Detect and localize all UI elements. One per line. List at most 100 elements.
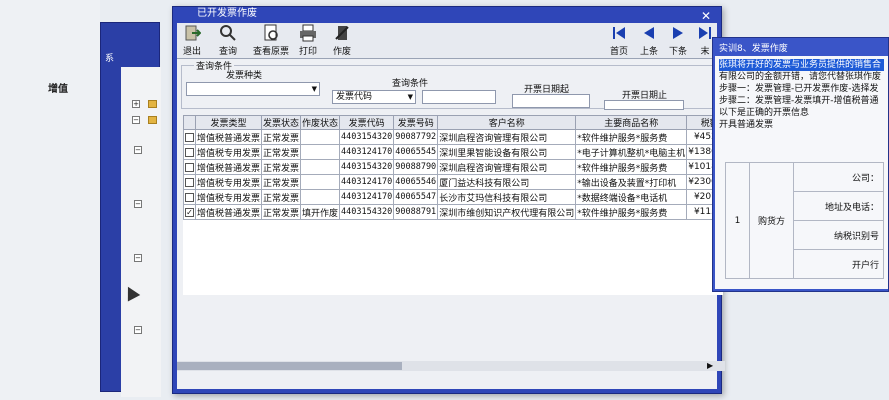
void-button[interactable]: 作废 xyxy=(333,24,351,57)
horizontal-scrollbar[interactable]: ▶ xyxy=(177,361,725,371)
column-header[interactable]: 发票类型 xyxy=(194,115,263,130)
row-checkbox[interactable] xyxy=(185,192,194,202)
column-header[interactable]: 客户名称 xyxy=(437,115,577,130)
cell-number: 40065546 xyxy=(393,174,439,190)
cell-number: 90088791 xyxy=(393,204,439,220)
table-row[interactable]: 增值税普通发票 正常发票 4403154320 90088790 深圳启程咨询管… xyxy=(183,159,723,175)
cell-number: 90088790 xyxy=(393,159,439,175)
tree-expand-icon[interactable]: + xyxy=(132,100,140,108)
condition-input[interactable] xyxy=(422,90,496,104)
last-page-icon xyxy=(699,27,711,39)
desktop-background xyxy=(0,0,100,400)
condition-select[interactable]: 发票代码 ▼ xyxy=(332,90,416,104)
field-label: 纳税识别号 xyxy=(793,220,884,250)
field-label: 开户行 xyxy=(793,249,884,279)
tree-collapse-icon[interactable]: − xyxy=(132,116,140,124)
view-invoice-icon xyxy=(264,24,278,41)
cell-goods: *软件维护服务*服务费 xyxy=(575,129,688,145)
cell-code: 4403124170 xyxy=(339,144,395,160)
tree-collapse-icon[interactable]: − xyxy=(134,200,142,208)
cell-code: 4403154320 xyxy=(339,129,395,145)
cell-status: 正常发票 xyxy=(261,189,302,205)
prev-label: 上条 xyxy=(640,47,659,57)
background-app-window: 系 xyxy=(100,22,161,397)
first-page-button[interactable]: 首页 xyxy=(610,24,628,57)
search-label: 查询 xyxy=(219,47,238,57)
scroll-right-icon[interactable]: ▶ xyxy=(707,361,713,371)
instructions-title: 实训8、发票作废 xyxy=(719,44,788,54)
condition-value: 发票代码 xyxy=(336,92,373,102)
search-button[interactable]: 查询 xyxy=(219,24,237,57)
folder-icon xyxy=(148,116,157,124)
scrollbar-thumb[interactable] xyxy=(177,362,402,370)
table-row[interactable]: 增值税普通发票 正常发票 4403154320 90087792 深圳启程咨询管… xyxy=(183,129,723,145)
column-header[interactable]: 作废状态 xyxy=(300,115,341,130)
void-icon xyxy=(335,26,349,40)
column-header[interactable]: 主要商品名称 xyxy=(575,115,688,130)
column-header[interactable]: 发票号码 xyxy=(393,115,439,130)
column-header[interactable]: 发票代码 xyxy=(339,115,395,130)
prev-button[interactable]: 上条 xyxy=(640,24,658,57)
cell-void xyxy=(300,129,341,145)
row-checkbox-checked[interactable]: ✓ xyxy=(185,207,194,217)
search-icon xyxy=(220,25,236,41)
chevron-down-icon: ▼ xyxy=(407,93,413,101)
next-icon xyxy=(673,27,683,39)
table-row[interactable]: 增值税专用发票 正常发票 4403124170 40065545 深圳里果智能设… xyxy=(183,144,723,160)
close-icon[interactable]: ✕ xyxy=(701,9,711,23)
tree-title: 增值 xyxy=(48,84,68,95)
cell-code: 4403124170 xyxy=(339,174,395,190)
cell-customer: 深圳里果智能设备有限公司 xyxy=(437,144,577,160)
view-invoice-button[interactable]: 查看原票 xyxy=(253,24,289,57)
last-page-button[interactable]: 末 xyxy=(697,24,713,57)
table-row[interactable]: ✓ 增值税普通发票 正常发票 填开作废 4403154320 90088791 … xyxy=(183,204,723,220)
print-button[interactable]: 打印 xyxy=(299,24,317,57)
printer-icon xyxy=(300,24,316,42)
table-row[interactable]: 增值税专用发票 正常发票 4403124170 40065546 厦门益达科技有… xyxy=(183,174,723,190)
cell-code: 4403124170 xyxy=(339,189,395,205)
first-page-label: 首页 xyxy=(610,47,629,57)
invoice-type-label: 发票种类 xyxy=(226,71,263,81)
row-checkbox[interactable] xyxy=(185,147,194,157)
chevron-down-icon: ▼ xyxy=(311,85,317,93)
party-label: 购货方 xyxy=(749,162,794,279)
table-row[interactable]: 增值税专用发票 正常发票 4403124170 40065547 长沙市艾玛信科… xyxy=(183,189,723,205)
exit-icon xyxy=(185,25,201,41)
cell-code: 4403154320 xyxy=(339,159,395,175)
exercise-instructions-panel: 实训8、发票作废 张琪将开好的发票与业务员提供的销售合 有限公司的金额开错，请您… xyxy=(712,37,889,292)
invoice-void-window: 已开发票作废 ✕ 退出 查询 查看原票 打印 作废 首页 上条 下条 末 查询条… xyxy=(172,6,725,394)
end-date-input[interactable] xyxy=(604,100,684,110)
tree-collapse-icon[interactable]: − xyxy=(134,146,142,154)
column-select xyxy=(183,115,196,130)
cell-customer: 长沙市艾玛信科技有限公司 xyxy=(437,189,577,205)
folder-icon xyxy=(148,100,157,108)
instruction-line: 步骤一：发票管理-已开发票作废-选择发 xyxy=(719,84,879,94)
cell-status: 正常发票 xyxy=(261,129,302,145)
cell-goods: *数据终端设备*电话机 xyxy=(575,189,688,205)
cell-number: 40065547 xyxy=(393,189,439,205)
cell-goods: *软件维护服务*服务费 xyxy=(575,159,688,175)
instruction-line: 有限公司的金额开错，请您代替张琪作废 xyxy=(719,72,882,82)
next-label: 下条 xyxy=(669,47,688,57)
first-page-icon xyxy=(613,27,625,39)
row-checkbox[interactable] xyxy=(185,162,194,172)
exit-button[interactable]: 退出 xyxy=(183,24,201,57)
start-date-input[interactable] xyxy=(512,94,590,108)
cell-void xyxy=(300,189,341,205)
cell-code: 4403154320 xyxy=(339,204,395,220)
row-checkbox[interactable] xyxy=(185,177,194,187)
cell-goods: *软件维护服务*服务费 xyxy=(575,204,688,220)
row-checkbox[interactable] xyxy=(185,132,194,142)
instruction-line: 张琪将开好的发票与业务员提供的销售合 xyxy=(719,59,884,71)
cell-customer: 深圳启程咨询管理有限公司 xyxy=(437,159,577,175)
next-button[interactable]: 下条 xyxy=(669,24,687,57)
column-header[interactable]: 发票状态 xyxy=(261,115,302,130)
condition-label: 查询条件 xyxy=(392,79,429,89)
invoice-type-select[interactable]: ▼ xyxy=(186,82,320,96)
tree-collapse-icon[interactable]: − xyxy=(134,326,142,334)
cell-void: 填开作废 xyxy=(300,204,341,220)
cell-type: 增值税专用发票 xyxy=(194,189,263,205)
tree-collapse-icon[interactable]: − xyxy=(134,254,142,262)
field-label: 地址及电话： xyxy=(793,191,884,221)
cell-goods: *输出设备及装置*打印机 xyxy=(575,174,688,190)
